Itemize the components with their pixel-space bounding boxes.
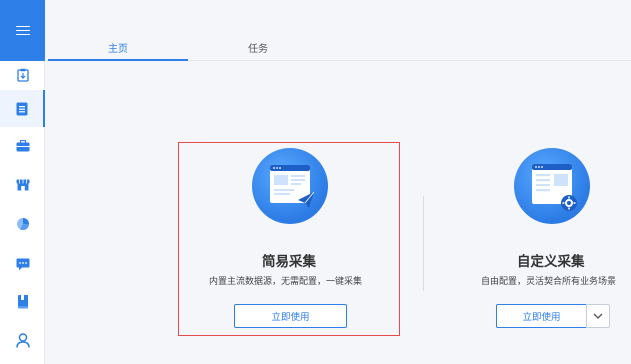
card-divider [423,196,424,291]
chat-bubble-icon [16,258,29,270]
book-icon [17,295,28,309]
custom-collect-dropdown-button[interactable] [586,304,610,328]
sidebar-item-book[interactable] [0,284,45,320]
active-tab-indicator [48,59,188,61]
simple-collect-title: 简易采集 [262,254,316,270]
pie-chart-icon [16,218,29,231]
custom-collect-icon [514,148,590,224]
sidebar [0,0,45,364]
tab-home[interactable]: 主页 [48,40,188,55]
simple-collect-description: 内置主流数据源，无需配置，一键采集 [209,277,363,287]
briefcase-icon [16,140,29,152]
sidebar-item-store[interactable] [0,167,45,203]
menu-toggle-button[interactable] [0,0,45,61]
sidebar-item-statistics[interactable] [0,206,45,242]
sidebar-item-briefcase[interactable] [0,128,45,164]
simple-collect-icon [252,148,328,224]
custom-collect-title: 自定义采集 [517,254,585,270]
hamburger-icon [15,25,30,36]
store-icon [16,179,29,191]
sidebar-item-clipboard[interactable] [0,57,45,93]
custom-collect-use-button[interactable]: 立即使用 [496,304,586,328]
sidebar-item-messages[interactable] [0,246,45,282]
sidebar-item-user[interactable] [0,322,45,358]
document-list-icon [16,102,27,115]
simple-collect-use-button[interactable]: 立即使用 [234,304,347,328]
custom-collect-description: 自由配置，灵活契合所有业务场景 [481,277,617,287]
clipboard-download-icon [16,68,29,82]
user-icon [15,332,30,348]
chevron-down-icon [593,313,603,319]
sidebar-item-documents[interactable] [0,90,45,127]
tab-tasks[interactable]: 任务 [188,40,328,55]
